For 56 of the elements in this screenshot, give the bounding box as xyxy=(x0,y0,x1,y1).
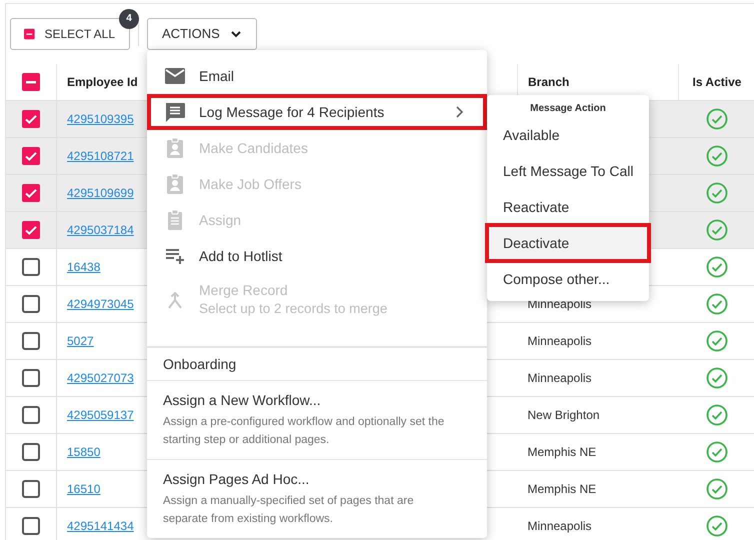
section-title: Onboarding xyxy=(163,356,236,372)
branch-text: Minneapolis xyxy=(528,297,592,311)
row-checkbox[interactable] xyxy=(22,147,40,165)
header-checkbox[interactable] xyxy=(22,73,40,91)
row-checkbox[interactable] xyxy=(22,480,40,498)
employee-id-link[interactable]: 4295037184 xyxy=(67,223,134,237)
submenu-item[interactable]: Left Message To Call xyxy=(487,153,649,189)
row-checkbox[interactable] xyxy=(22,369,40,387)
branch-text: Minneapolis xyxy=(528,371,592,385)
employee-id-link[interactable]: 16438 xyxy=(67,260,100,274)
menu-item-description: Assign a pre-configured workflow and optionally set the starting step or additional pages. xyxy=(163,415,446,448)
employee-id-link[interactable]: 4295109395 xyxy=(67,112,134,126)
employee-id-link[interactable]: 4295027073 xyxy=(67,371,134,385)
row-checkbox[interactable] xyxy=(22,295,40,313)
row-checkbox[interactable] xyxy=(22,332,40,350)
row-checkbox[interactable] xyxy=(22,443,40,461)
branch-text: New Brighton xyxy=(528,408,600,422)
employee-id-link[interactable]: 16510 xyxy=(67,482,100,496)
branch-text: Memphis NE xyxy=(528,445,596,459)
employee-id-link[interactable]: 15850 xyxy=(67,445,100,459)
actions-button[interactable]: ACTIONS xyxy=(147,18,257,50)
menu-item-label: Merge Record xyxy=(199,282,289,298)
menu-item-note: Select up to 2 records to merge xyxy=(199,301,388,316)
row-checkbox[interactable] xyxy=(22,184,40,202)
chat-icon xyxy=(163,100,187,124)
employee-id-link[interactable]: 4295109699 xyxy=(67,186,134,200)
row-checkbox[interactable] xyxy=(22,406,40,424)
submenu-item[interactable]: Deactivate xyxy=(487,225,649,261)
row-checkbox[interactable] xyxy=(22,221,40,239)
branch-text: Minneapolis xyxy=(528,519,592,533)
column-header[interactable]: Is Active xyxy=(692,75,742,89)
menu-item-label: Assign a New Workflow... xyxy=(163,392,322,408)
employee-id-link[interactable]: 5027 xyxy=(67,334,94,348)
menu-item[interactable]: Add to Hotlist xyxy=(147,238,487,274)
employee-id-link[interactable]: 4294973045 xyxy=(67,297,134,311)
submenu-item[interactable]: Reactivate xyxy=(487,189,649,225)
menu-item-label: Assign Pages Ad Hoc... xyxy=(163,471,310,487)
branch-text: Memphis NE xyxy=(528,482,596,496)
employee-id-link[interactable]: 4295108721 xyxy=(67,149,134,163)
branch-text: Minneapolis xyxy=(528,334,592,348)
submenu-item[interactable]: Available xyxy=(487,117,649,153)
submenu-item[interactable]: Compose other... xyxy=(487,261,649,297)
menu-item[interactable]: Log Message for 4 Recipients xyxy=(147,94,487,130)
column-header[interactable]: Employee Id xyxy=(67,75,138,89)
menu-item[interactable]: Assign Pages Ad Hoc... Assign a manually-specified set of pages that are separate from existing workflows. xyxy=(147,460,487,538)
employee-id-link[interactable]: 4295141434 xyxy=(67,519,134,533)
menu-item[interactable]: Email xyxy=(147,58,487,94)
row-checkbox[interactable] xyxy=(22,258,40,276)
count-badge: 4 xyxy=(119,8,139,28)
submenu-title: Message Action xyxy=(530,103,606,114)
employee-id-link[interactable]: 4295059137 xyxy=(67,408,134,422)
menu-item[interactable]: Assign a New Workflow... Assign a pre-configured workflow and optionally set the starting step or additional pages. xyxy=(147,381,487,460)
column-header[interactable]: Branch xyxy=(528,75,570,89)
row-checkbox[interactable] xyxy=(22,110,40,128)
row-checkbox[interactable] xyxy=(22,517,40,535)
menu-item-description: Assign a manually-specified set of pages that are separate from existing workflows. xyxy=(163,494,415,527)
